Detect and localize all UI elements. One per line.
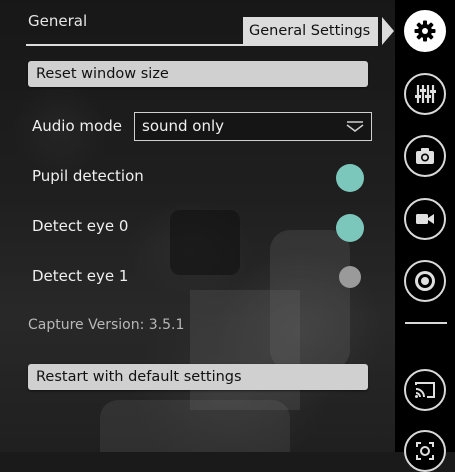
record-icon xyxy=(415,271,435,291)
sidebar xyxy=(395,0,455,472)
general-settings-button[interactable] xyxy=(404,10,446,52)
panel-title: General xyxy=(28,12,88,30)
audio-mode-label: Audio mode xyxy=(32,117,122,135)
audio-mode-select[interactable]: sound only xyxy=(134,112,372,141)
video-source-button[interactable] xyxy=(404,198,446,240)
dropdown-icon xyxy=(346,121,364,132)
sidebar-divider xyxy=(405,322,447,324)
reset-window-size-button[interactable]: Reset window size xyxy=(28,61,368,87)
general-settings-tooltip: General Settings xyxy=(243,17,379,46)
sliders-icon xyxy=(415,85,436,103)
cast-icon xyxy=(415,382,435,398)
capture-button[interactable] xyxy=(404,430,446,472)
audio-mode-value: sound only xyxy=(142,117,225,135)
gear-icon xyxy=(414,20,436,42)
general-settings-panel: General Reset window size Audio mode sou… xyxy=(0,0,395,452)
cast-button[interactable] xyxy=(404,369,446,411)
detect-eye-1-toggle[interactable] xyxy=(339,266,361,288)
camera-button[interactable] xyxy=(404,135,446,177)
capture-icon xyxy=(416,442,434,460)
restart-default-settings-button[interactable]: Restart with default settings xyxy=(28,364,368,390)
plugin-manager-button[interactable] xyxy=(404,73,446,115)
pupil-detection-label: Pupil detection xyxy=(32,167,144,185)
pupil-detection-toggle[interactable] xyxy=(336,164,364,192)
video-icon xyxy=(416,214,434,224)
tooltip-arrow xyxy=(382,17,394,45)
detect-eye-0-toggle[interactable] xyxy=(336,214,364,242)
detect-eye-1-label: Detect eye 1 xyxy=(32,267,129,285)
detect-eye-0-label: Detect eye 0 xyxy=(32,217,129,235)
camera-icon xyxy=(416,148,434,164)
capture-version: Capture Version: 3.5.1 xyxy=(28,317,185,333)
recorder-button[interactable] xyxy=(404,260,446,302)
